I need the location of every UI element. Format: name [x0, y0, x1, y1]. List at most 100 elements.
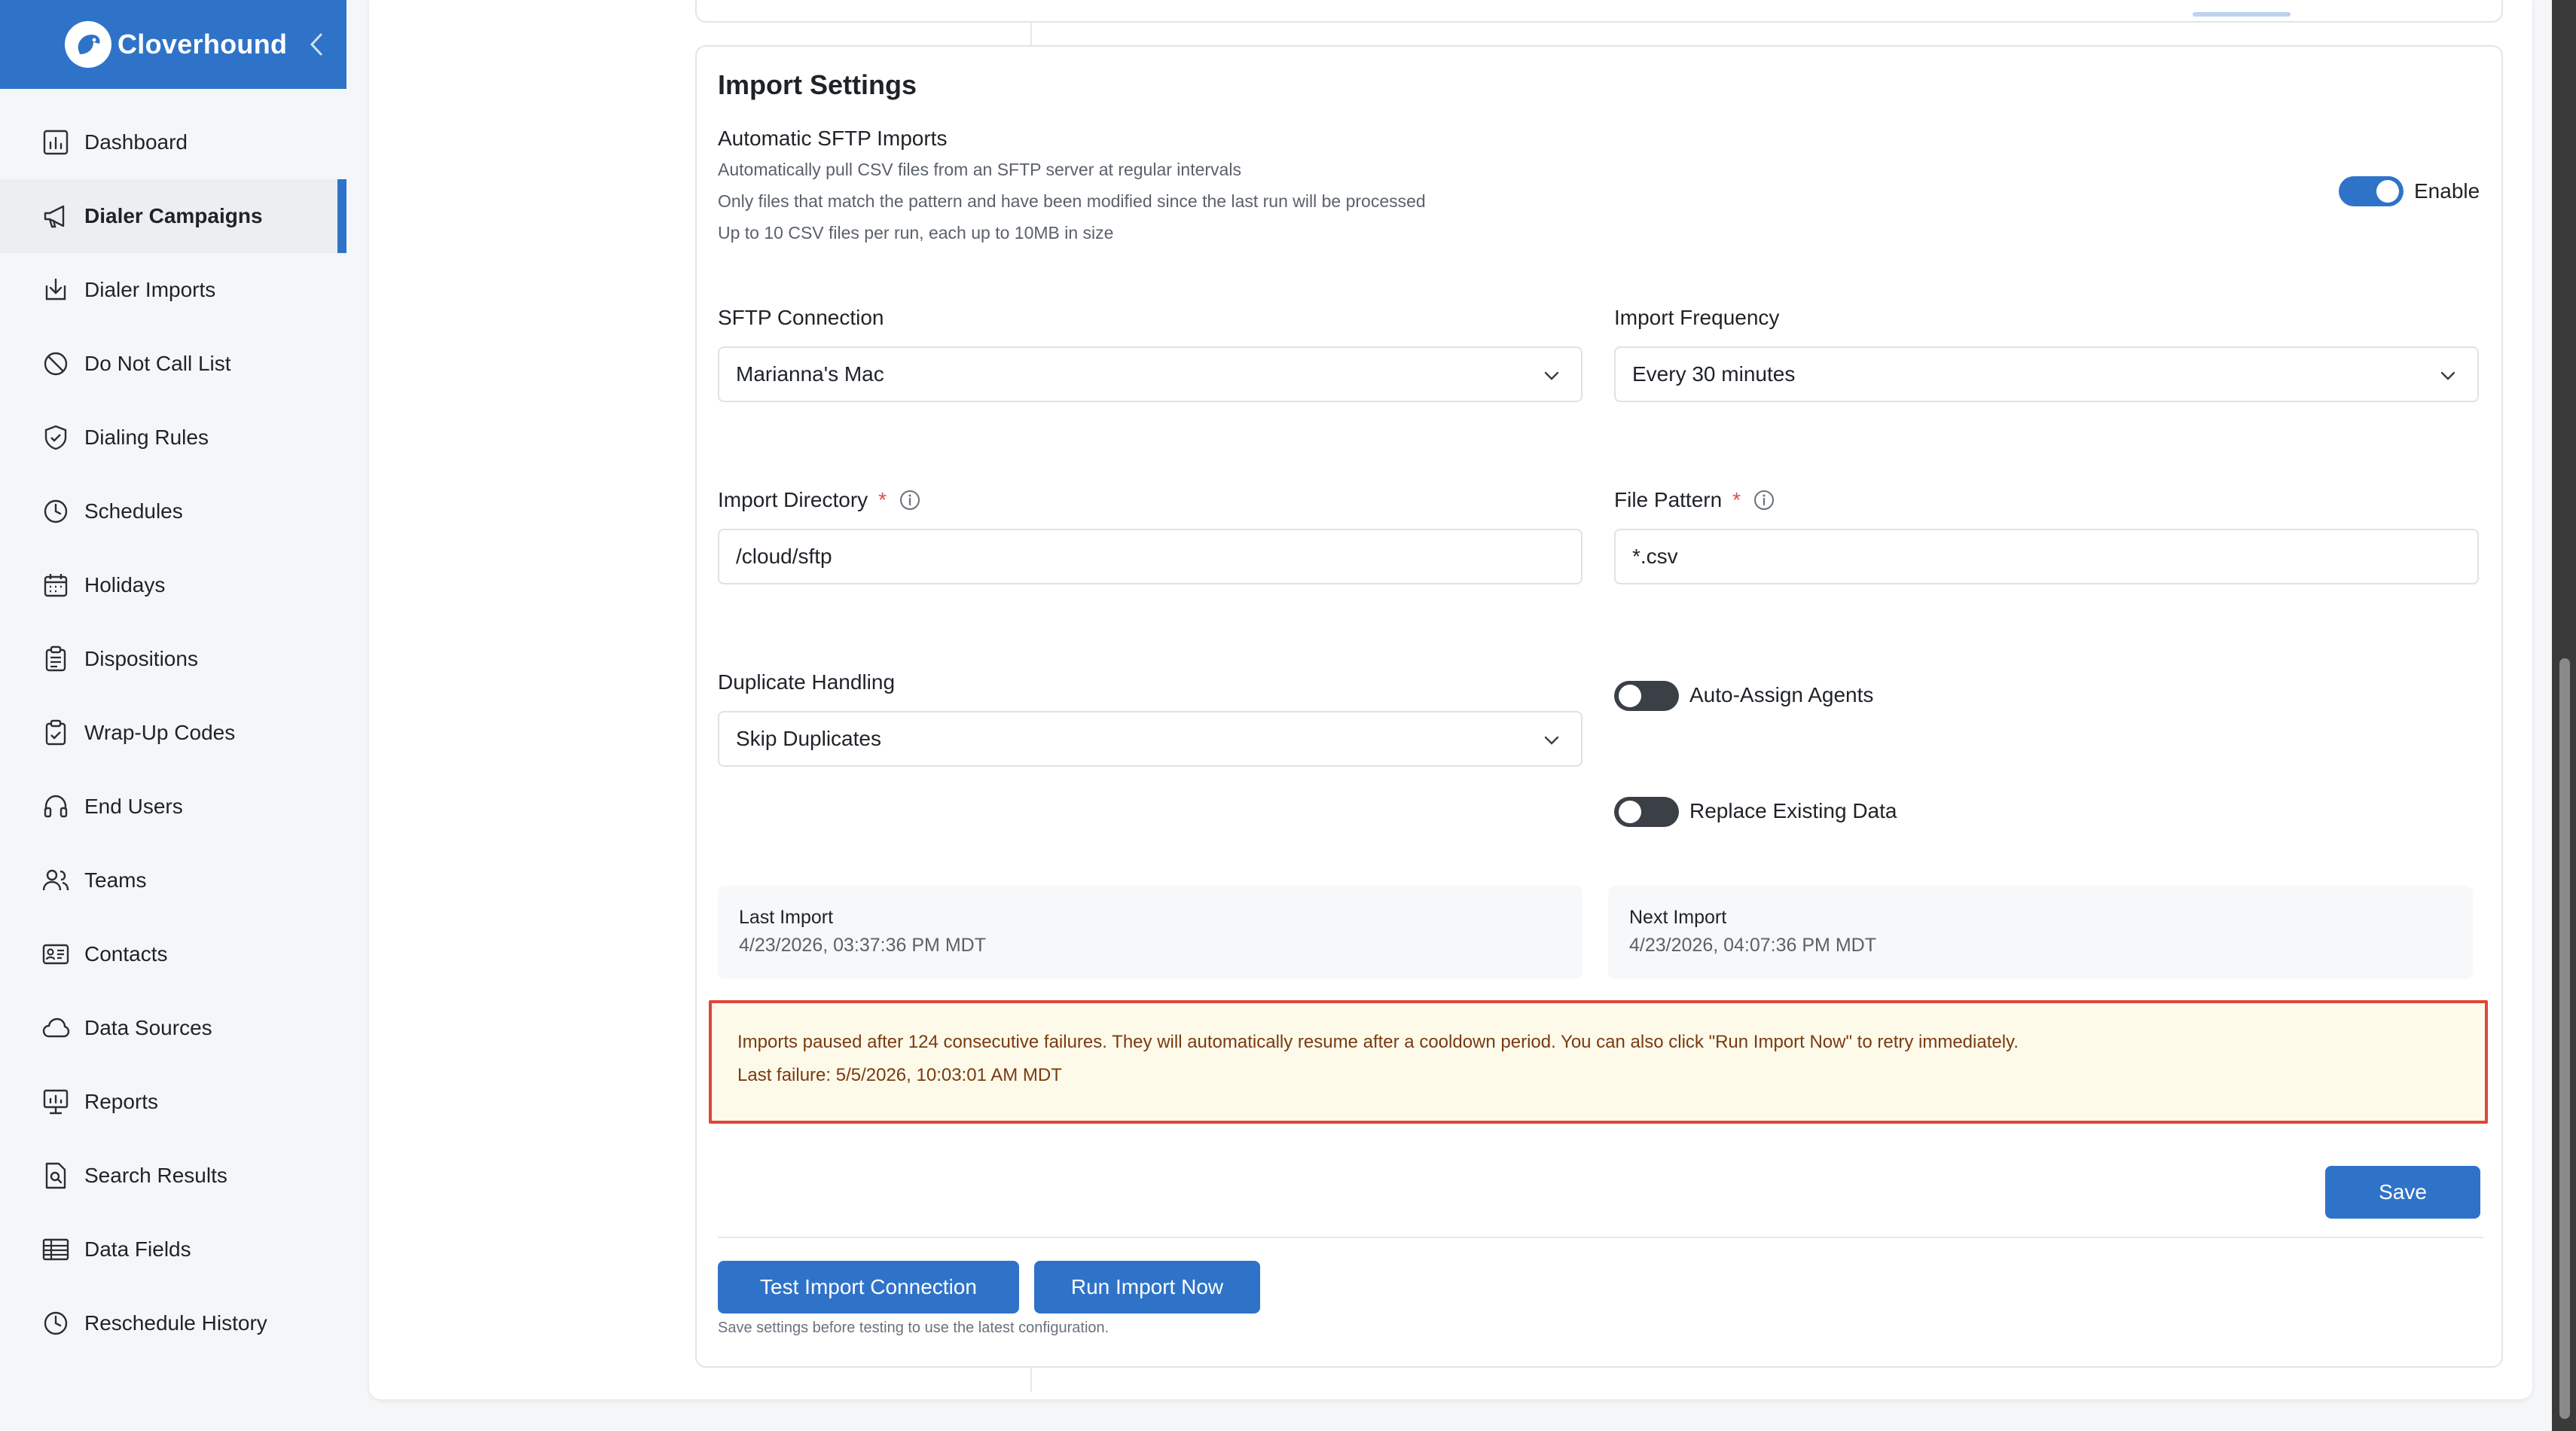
last-import-box: Last Import 4/23/2026, 03:37:36 PM MDT	[718, 886, 1583, 979]
sftp-connection-label: SFTP Connection	[718, 306, 884, 330]
duplicate-handling-select[interactable]: Skip Duplicates	[718, 711, 1583, 767]
sidebar-item-label: Do Not Call List	[84, 352, 231, 375]
file-pattern-input[interactable]	[1614, 529, 2479, 584]
sidebar-item-label: Holidays	[84, 573, 166, 597]
sidebar-item-schedules[interactable]: Schedules	[0, 474, 346, 548]
auto-assign-toggle[interactable]	[1614, 681, 1679, 711]
file-pattern-label: File Pattern *	[1614, 488, 1775, 512]
duplicate-handling-label: Duplicate Handling	[718, 670, 895, 694]
alert-message: Imports paused after 124 consecutive fai…	[737, 1032, 2019, 1052]
sidebar-item-label: End Users	[84, 795, 183, 818]
brand-name: Cloverhound	[118, 29, 288, 59]
sftp-description-1: Automatically pull CSV files from an SFT…	[718, 160, 1241, 179]
sidebar-item-wrap-up-codes[interactable]: Wrap-Up Codes	[0, 696, 346, 770]
sidebar-item-label: Data Fields	[84, 1237, 191, 1261]
sidebar-item-end-users[interactable]: End Users	[0, 770, 346, 844]
sidebar-item-label: Wrap-Up Codes	[84, 721, 236, 744]
toggle-knob	[1619, 801, 1641, 823]
users-icon	[42, 869, 69, 891]
contact-card-icon	[42, 944, 69, 965]
file-search-icon	[45, 1162, 66, 1189]
sftp-description-2: Only files that match the pattern and ha…	[718, 191, 1426, 211]
chevron-left-icon[interactable]	[301, 27, 331, 62]
replace-existing-label: Replace Existing Data	[1689, 799, 1897, 822]
sidebar-item-label: Dashboard	[84, 130, 188, 154]
import-frequency-value: Every 30 minutes	[1632, 362, 1796, 386]
enable-toggle[interactable]	[2339, 176, 2404, 206]
test-import-connection-button[interactable]: Test Import Connection	[718, 1261, 1019, 1314]
info-icon[interactable]	[1753, 489, 1775, 511]
last-import-value: 4/23/2026, 03:37:36 PM MDT	[739, 935, 986, 956]
sidebar-item-label: Schedules	[84, 499, 183, 523]
sidebar-item-label: Dialer Campaigns	[84, 204, 263, 227]
duplicate-handling-value: Skip Duplicates	[736, 727, 881, 750]
replace-existing-toggle[interactable]	[1614, 797, 1679, 827]
sftp-connection-value: Marianna's Mac	[736, 362, 884, 386]
import-directory-label: Import Directory *	[718, 488, 921, 512]
table-icon	[42, 1238, 69, 1261]
sidebar: Cloverhound Dashboard Dialer Campaigns D…	[0, 0, 346, 1431]
sidebar-item-dispositions[interactable]: Dispositions	[0, 622, 346, 696]
sidebar-item-label: Teams	[84, 868, 147, 892]
cloud-icon	[42, 1018, 70, 1038]
sidebar-item-label: Dispositions	[84, 647, 198, 670]
sidebar-item-holidays[interactable]: Holidays	[0, 548, 346, 622]
divider	[718, 1237, 2483, 1238]
chevron-down-icon	[2440, 371, 2455, 380]
sftp-connection-label-text: SFTP Connection	[718, 306, 884, 329]
save-hint-text: Save settings before testing to use the …	[718, 1320, 1109, 1336]
calendar-icon	[44, 574, 68, 597]
last-import-label: Last Import	[739, 907, 834, 928]
presentation-icon	[43, 1089, 69, 1115]
chevron-down-icon	[1544, 371, 1559, 380]
sidebar-nav: Dashboard Dialer Campaigns Dialer Import…	[0, 105, 346, 1360]
cloverhound-logo-icon	[65, 21, 111, 68]
bar-chart-icon	[43, 130, 69, 155]
sidebar-item-contacts[interactable]: Contacts	[0, 917, 346, 991]
sftp-imports-title: Automatic SFTP Imports	[718, 127, 948, 150]
import-paused-alert: Imports paused after 124 consecutive fai…	[709, 1000, 2488, 1124]
import-frequency-label-text: Import Frequency	[1614, 306, 1780, 329]
sidebar-item-dialer-campaigns[interactable]: Dialer Campaigns	[0, 179, 346, 253]
import-directory-input[interactable]	[718, 529, 1583, 584]
sidebar-item-reports[interactable]: Reports	[0, 1065, 346, 1139]
previous-section-button-edge	[2193, 12, 2291, 17]
import-frequency-select[interactable]: Every 30 minutes	[1614, 346, 2479, 402]
sftp-description-3: Up to 10 CSV files per run, each up to 1…	[718, 223, 1114, 243]
brand-header: Cloverhound	[0, 0, 346, 89]
sidebar-item-label: Search Results	[84, 1164, 227, 1187]
run-import-now-button[interactable]: Run Import Now	[1034, 1261, 1260, 1314]
enable-label: Enable	[2414, 179, 2480, 203]
import-directory-label-text: Import Directory	[718, 488, 868, 511]
sidebar-item-reschedule-history[interactable]: Reschedule History	[0, 1286, 346, 1360]
sidebar-item-search-results[interactable]: Search Results	[0, 1139, 346, 1213]
sidebar-item-label: Dialer Imports	[84, 278, 216, 301]
sidebar-item-dialer-imports[interactable]: Dialer Imports	[0, 253, 346, 327]
next-import-label: Next Import	[1629, 907, 1727, 928]
next-import-value: 4/23/2026, 04:07:36 PM MDT	[1629, 935, 1876, 956]
clock-icon	[44, 499, 68, 523]
block-icon	[44, 352, 68, 376]
import-icon	[45, 278, 66, 301]
megaphone-icon	[44, 205, 65, 228]
file-pattern-label-text: File Pattern	[1614, 488, 1723, 511]
scrollbar-thumb[interactable]	[2559, 658, 2570, 1419]
required-asterisk: *	[878, 488, 887, 511]
clipboard-icon	[45, 645, 66, 672]
info-icon[interactable]	[899, 489, 921, 511]
sftp-connection-select[interactable]: Marianna's Mac	[718, 346, 1583, 402]
sidebar-item-dashboard[interactable]: Dashboard	[0, 105, 346, 179]
sidebar-item-dialing-rules[interactable]: Dialing Rules	[0, 401, 346, 474]
duplicate-handling-label-text: Duplicate Handling	[718, 670, 896, 694]
import-frequency-label: Import Frequency	[1614, 306, 1779, 330]
sidebar-item-do-not-call-list[interactable]: Do Not Call List	[0, 327, 346, 401]
shield-icon	[44, 425, 67, 450]
sidebar-item-label: Dialing Rules	[84, 426, 209, 449]
sidebar-item-label: Contacts	[84, 942, 168, 966]
history-icon	[44, 1311, 68, 1335]
sidebar-item-label: Reschedule History	[84, 1311, 267, 1335]
sidebar-item-data-sources[interactable]: Data Sources	[0, 991, 346, 1065]
save-button[interactable]: Save	[2325, 1166, 2480, 1219]
sidebar-item-data-fields[interactable]: Data Fields	[0, 1213, 346, 1286]
sidebar-item-teams[interactable]: Teams	[0, 844, 346, 917]
